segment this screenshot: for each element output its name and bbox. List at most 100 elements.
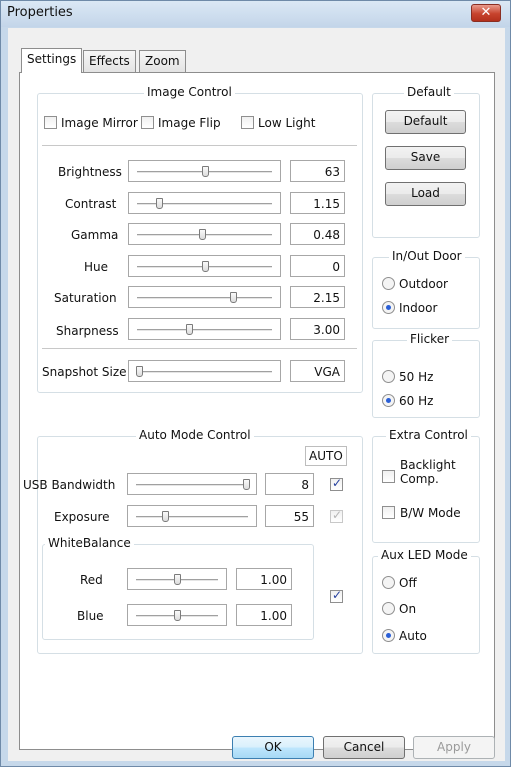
backlight-comp-label: Backlight Comp.: [400, 458, 456, 486]
outdoor-label: Outdoor: [399, 277, 448, 291]
exposure-value[interactable]: 55: [265, 505, 314, 527]
slider-thumb[interactable]: [230, 292, 238, 303]
wb-red-label: Red: [80, 573, 103, 587]
backlight-comp-checkbox[interactable]: [382, 470, 395, 483]
auto-mode-title: Auto Mode Control: [136, 428, 254, 442]
gamma-slider[interactable]: [128, 223, 281, 245]
contrast-value[interactable]: 1.15: [290, 192, 345, 214]
apply-button[interactable]: Apply: [413, 736, 495, 759]
load-button[interactable]: Load: [385, 182, 466, 206]
saturation-value[interactable]: 2.15: [290, 286, 345, 308]
title-bar: Properties ✕: [1, 1, 510, 27]
slider-thumb[interactable]: [136, 366, 143, 377]
backlight-label-line2: Comp.: [400, 472, 439, 486]
low-light-label: Low Light: [258, 116, 316, 130]
indoor-label: Indoor: [399, 301, 438, 315]
slider-thumb[interactable]: [201, 166, 209, 177]
snapshot-size-value[interactable]: VGA: [290, 360, 345, 382]
wb-blue-value[interactable]: 1.00: [236, 604, 292, 626]
aux-led-auto-label: Auto: [399, 629, 427, 643]
bw-mode-checkbox[interactable]: [382, 506, 395, 519]
extra-control-title: Extra Control: [386, 428, 471, 442]
usb-bandwidth-value[interactable]: 8: [265, 473, 314, 495]
slider-thumb[interactable]: [198, 229, 206, 240]
saturation-label: Saturation: [54, 291, 117, 305]
slider-track: [137, 297, 272, 299]
wb-blue-slider[interactable]: [127, 604, 227, 626]
low-light-checkbox[interactable]: [241, 116, 254, 129]
inout-door-group: [372, 257, 480, 329]
slider-thumb[interactable]: [174, 610, 181, 621]
tab-zoom-label: Zoom: [145, 54, 180, 68]
window-title: Properties: [7, 5, 73, 20]
white-balance-title: WhiteBalance: [45, 536, 134, 550]
sharpness-value[interactable]: 3.00: [290, 318, 345, 340]
usb-bandwidth-auto-checkbox[interactable]: [330, 476, 343, 491]
aux-led-on-radio[interactable]: [382, 602, 395, 615]
gamma-label: Gamma: [71, 228, 119, 242]
properties-window: Properties ✕ Settings Effects Zoom Image…: [0, 0, 511, 767]
hue-slider[interactable]: [128, 255, 281, 277]
gamma-value[interactable]: 0.48: [290, 223, 345, 245]
aux-led-off-label: Off: [399, 576, 417, 590]
aux-led-off-radio[interactable]: [382, 576, 395, 589]
default-button[interactable]: Default: [385, 110, 466, 134]
exposure-slider[interactable]: [127, 505, 257, 527]
wb-red-slider[interactable]: [127, 568, 227, 590]
tab-effects-label: Effects: [89, 54, 130, 68]
contrast-slider[interactable]: [128, 192, 281, 214]
brightness-slider[interactable]: [128, 160, 281, 182]
50hz-radio[interactable]: [382, 370, 395, 383]
slider-thumb[interactable]: [185, 324, 193, 335]
inout-door-title: In/Out Door: [389, 249, 465, 263]
slider-thumb[interactable]: [162, 511, 169, 522]
aux-led-title: Aux LED Mode: [378, 548, 471, 562]
aux-led-on-label: On: [399, 602, 417, 616]
tab-zoom[interactable]: Zoom: [139, 50, 186, 72]
image-mirror-checkbox[interactable]: [44, 116, 57, 129]
separator: [42, 145, 357, 147]
extra-control-group: [372, 436, 480, 543]
wb-red-value[interactable]: 1.00: [236, 568, 292, 590]
outdoor-radio[interactable]: [382, 277, 395, 290]
close-icon: ✕: [480, 5, 492, 20]
image-mirror-label: Image Mirror: [61, 116, 138, 130]
usb-bandwidth-label: USB Bandwidth: [23, 478, 116, 492]
hue-value[interactable]: 0: [290, 255, 345, 277]
slider-thumb[interactable]: [174, 574, 181, 585]
exposure-auto-checkbox[interactable]: [330, 508, 343, 523]
60hz-label: 60 Hz: [399, 394, 434, 408]
slider-track: [137, 329, 272, 331]
snapshot-size-slider[interactable]: [128, 360, 281, 382]
usb-bandwidth-slider[interactable]: [127, 473, 257, 495]
saturation-slider[interactable]: [128, 286, 281, 308]
separator: [42, 348, 357, 350]
flicker-title: Flicker: [407, 332, 453, 346]
hue-label: Hue: [84, 260, 109, 274]
slider-thumb[interactable]: [155, 198, 163, 209]
white-balance-auto-checkbox[interactable]: [330, 588, 343, 603]
brightness-value[interactable]: 63: [290, 160, 345, 182]
brightness-label: Brightness: [58, 165, 122, 179]
sharpness-slider[interactable]: [128, 318, 281, 340]
cancel-button[interactable]: Cancel: [323, 736, 405, 759]
aux-led-auto-radio[interactable]: [382, 629, 395, 642]
sharpness-label: Sharpness: [56, 324, 119, 338]
bw-mode-label: B/W Mode: [400, 506, 461, 520]
settings-panel: Image Control Image Mirror Image Flip Lo…: [19, 72, 495, 750]
save-button[interactable]: Save: [385, 146, 466, 170]
slider-thumb[interactable]: [201, 261, 209, 272]
tab-settings[interactable]: Settings: [21, 48, 83, 73]
backlight-label-line1: Backlight: [400, 458, 456, 472]
close-button[interactable]: ✕: [471, 4, 501, 22]
wb-blue-label: Blue: [77, 609, 104, 623]
60hz-radio[interactable]: [382, 394, 395, 407]
image-flip-checkbox[interactable]: [141, 116, 154, 129]
ok-button[interactable]: OK: [232, 736, 314, 759]
tab-effects[interactable]: Effects: [83, 50, 136, 72]
dialog-client: Settings Effects Zoom Image Control Imag…: [8, 28, 505, 761]
slider-track: [136, 516, 248, 518]
indoor-radio[interactable]: [382, 301, 395, 314]
slider-thumb[interactable]: [243, 479, 250, 490]
slider-track: [136, 484, 248, 486]
